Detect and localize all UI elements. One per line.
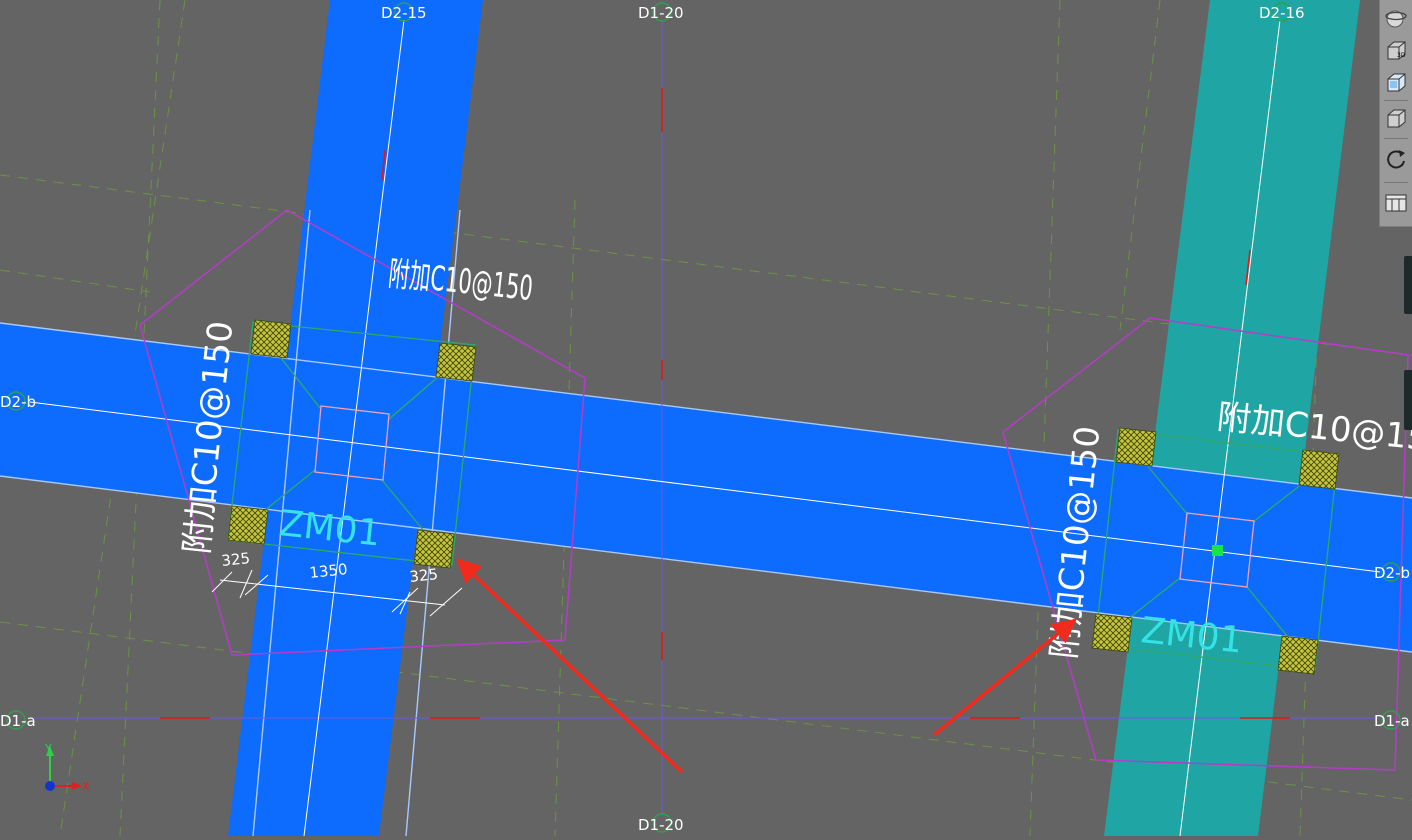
ucs-x-label: X (82, 780, 90, 793)
axis-label-d1-a-right: D1-a (1374, 712, 1410, 730)
svg-text:3D: 3D (1397, 52, 1406, 59)
axis-label-d2-15: D2-15 (381, 4, 427, 22)
axis-label-d2-16: D2-16 (1259, 4, 1305, 22)
red-arrow-left (456, 558, 684, 774)
rotate-icon[interactable] (1383, 146, 1409, 172)
axis-label-d1-20-top: D1-20 (638, 4, 684, 22)
axis-label-d1-20-bottom: D1-20 (638, 816, 684, 834)
side-panel-tab-2[interactable] (1404, 370, 1412, 430)
view-navigation-toolbar: 3D (1379, 0, 1412, 227)
orbit-icon[interactable] (1383, 5, 1409, 31)
view-box-icon[interactable] (1383, 106, 1409, 132)
grip-point[interactable] (1212, 545, 1223, 556)
ucs-y-label: Y (44, 742, 52, 755)
dimension-text-1[interactable]: 325 (221, 549, 251, 570)
dimension-text-3[interactable]: 325 (409, 565, 439, 586)
axis-label-d2-b-right: D2-b (1374, 564, 1410, 582)
axis-label-d1-a-left: D1-a (0, 712, 36, 730)
view-3d-icon[interactable]: 3D (1383, 38, 1409, 64)
axis-label-d2-b-left: D2-b (0, 393, 36, 411)
cad-viewport[interactable]: D2-15 D1-20 D2-16 D1-20 D2-b D2-b D1-a D… (0, 0, 1412, 837)
ucs-icon: Y X (44, 742, 90, 793)
side-panel-tab-1[interactable] (1404, 256, 1412, 314)
view-cube-icon[interactable] (1383, 70, 1409, 96)
layout-icon[interactable] (1383, 190, 1409, 216)
